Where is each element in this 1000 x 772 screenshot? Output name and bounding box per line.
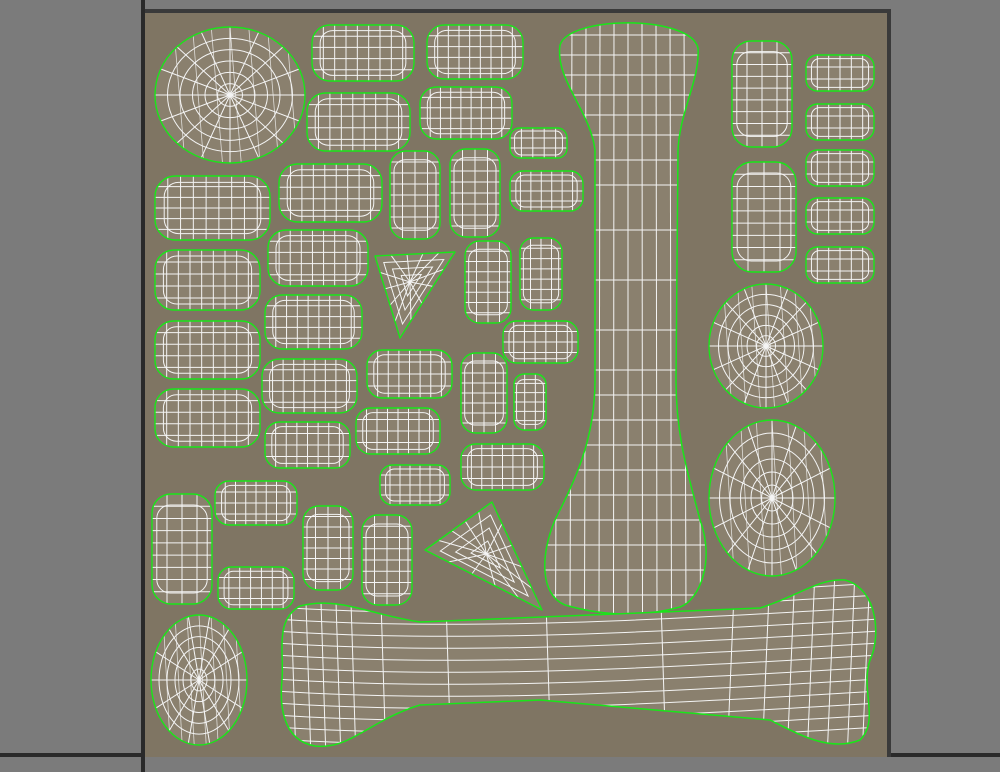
uv-island-triangle-upper[interactable]	[374, 251, 456, 339]
uv-island-patch-17[interactable]	[214, 480, 298, 526]
uv-island-patch-21[interactable]	[426, 24, 524, 80]
uv-island-patch-10[interactable]	[311, 24, 415, 82]
uv-island-patch-36[interactable]	[731, 40, 793, 148]
uv-island-patch-5[interactable]	[154, 175, 271, 241]
uv-islands-layer[interactable]	[0, 0, 1000, 772]
uv-island-patch-38[interactable]	[805, 54, 875, 92]
uv-island-vertical-bone[interactable]	[540, 20, 715, 615]
uv-island-patch-22[interactable]	[419, 86, 513, 140]
uv-island-patch-30[interactable]	[366, 349, 453, 399]
uv-island-patch-40[interactable]	[805, 149, 875, 187]
uv-island-patch-19[interactable]	[302, 505, 354, 591]
uv-island-patch-26[interactable]	[449, 148, 501, 238]
uv-island-patch-7[interactable]	[154, 320, 261, 380]
uv-island-patch-34[interactable]	[513, 373, 547, 431]
uv-island-patch-8[interactable]	[154, 388, 261, 448]
uv-island-patch-9[interactable]	[151, 493, 213, 605]
uv-island-patch-32[interactable]	[379, 464, 451, 506]
uv-island-patch-14[interactable]	[264, 294, 363, 350]
uv-island-patch-18[interactable]	[217, 566, 295, 610]
uv-island-patch-24[interactable]	[509, 170, 584, 212]
uv-island-patch-20[interactable]	[361, 514, 413, 606]
uv-island-patch-37[interactable]	[731, 161, 797, 273]
uv-island-blob-bottom-left[interactable]	[150, 614, 248, 746]
uv-island-patch-35[interactable]	[460, 443, 545, 491]
uv-island-blob-lower-right[interactable]	[708, 419, 836, 577]
uv-island-blob-top-left[interactable]	[154, 26, 306, 164]
uv-island-patch-25[interactable]	[389, 150, 441, 240]
uv-island-patch-42[interactable]	[805, 246, 875, 284]
uv-island-patch-28[interactable]	[519, 237, 563, 311]
uv-editor-viewport[interactable]	[0, 0, 1000, 772]
uv-island-patch-41[interactable]	[805, 197, 875, 235]
uv-island-patch-39[interactable]	[805, 103, 875, 141]
uv-island-patch-11[interactable]	[306, 92, 411, 152]
uv-island-patch-15[interactable]	[261, 358, 358, 414]
uv-island-blob-mid-right[interactable]	[708, 283, 824, 409]
uv-island-patch-23[interactable]	[509, 127, 568, 159]
uv-island-patch-13[interactable]	[267, 229, 369, 287]
uv-island-patch-31[interactable]	[355, 407, 441, 455]
uv-island-patch-27[interactable]	[464, 240, 512, 324]
uv-island-patch-16[interactable]	[264, 421, 351, 469]
uv-island-triangle-lower[interactable]	[424, 501, 543, 611]
uv-island-patch-6[interactable]	[154, 249, 261, 311]
uv-island-patch-33[interactable]	[460, 352, 508, 434]
uv-island-patch-29[interactable]	[502, 320, 579, 364]
uv-island-patch-12[interactable]	[278, 163, 383, 223]
